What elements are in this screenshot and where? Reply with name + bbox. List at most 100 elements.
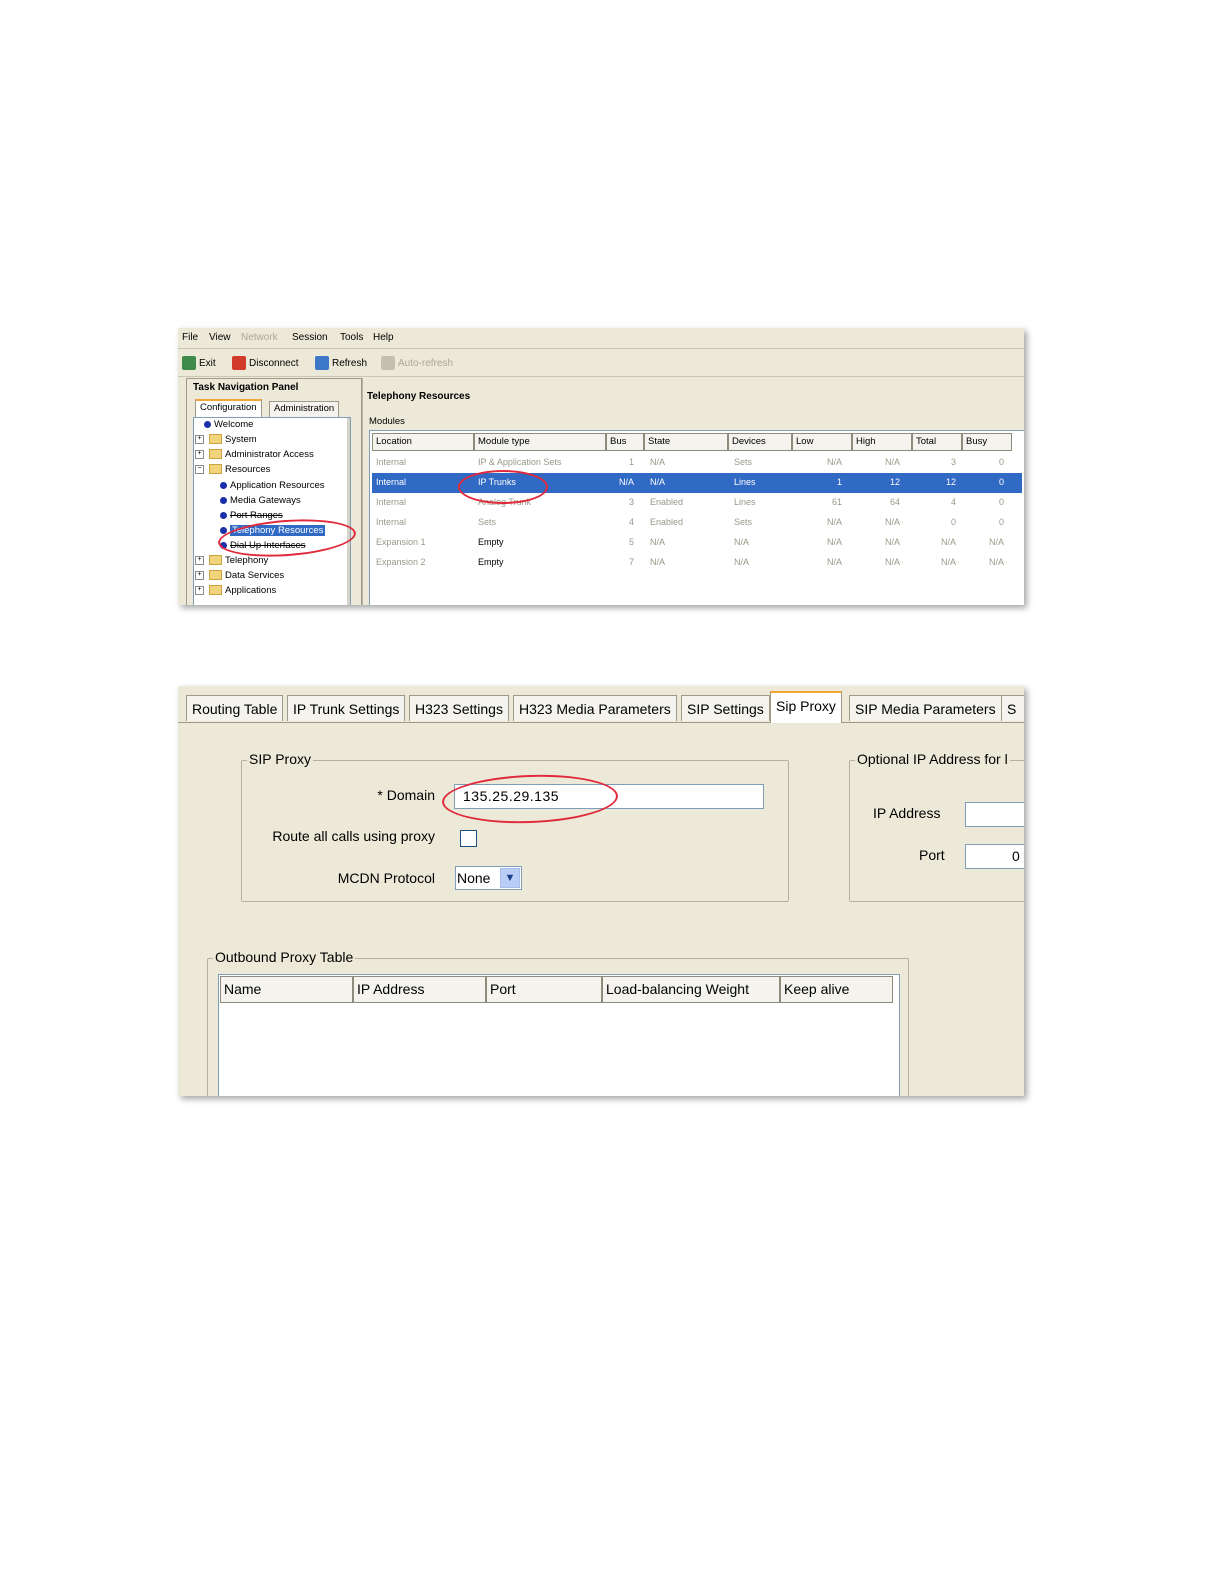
highlight-circle-ip-trunks [458,470,548,504]
table-cell: Empty [478,557,504,567]
ip-trunk-settings-window: Routing Table IP Trunk Settings H323 Set… [178,686,1024,1096]
table-cell: N/A [826,537,842,547]
tab-h323-settings[interactable]: H323 Settings [409,695,509,721]
menu-tools[interactable]: Tools [340,332,363,343]
optional-ip-group: Optional IP Address for l [849,751,1024,902]
bullet-icon [220,496,227,504]
mcdn-protocol-select[interactable]: None ▼ [455,866,522,890]
menu-view[interactable]: View [209,332,231,343]
tree-item-data-services[interactable]: + Data Services [195,568,284,582]
column-header-high[interactable]: High [852,433,912,451]
table-cell: 0 [950,517,956,527]
exit-icon [182,356,196,370]
route-all-calls-label: Route all calls using proxy [272,828,435,844]
expand-icon[interactable]: + [195,449,204,459]
folder-icon [209,570,222,580]
menu-session[interactable]: Session [292,332,328,343]
tab-sip-settings[interactable]: SIP Settings [681,695,770,721]
menu-file[interactable]: File [182,332,198,343]
refresh-button[interactable]: Refresh [315,355,367,371]
column-header-port[interactable]: Port [486,976,602,1003]
column-header-location[interactable]: Location [372,433,474,451]
table-cell: N/A [884,517,900,527]
tree-item-applications[interactable]: + Applications [195,583,276,597]
column-header-busy[interactable]: Busy [962,433,1012,451]
settings-tab-bar: Routing Table IP Trunk Settings H323 Set… [178,686,1024,723]
table-cell: N/A [826,557,842,567]
refresh-icon [315,356,329,370]
tree-scrollbar[interactable] [347,418,350,605]
table-cell: N/A [884,557,900,567]
table-cell: Internal [376,477,407,487]
table-cell: 1 [836,477,842,487]
column-header-ip-address[interactable]: IP Address [353,976,486,1003]
column-header-state[interactable]: State [644,433,728,451]
tree-item-media-gateways[interactable]: Media Gateways [220,493,301,507]
tree-item-resources[interactable]: − Resources [195,462,270,476]
telephony-resources-window: File View Network Session Tools Help Exi… [178,328,1024,605]
table-cell: N/A [650,477,666,487]
menu-network[interactable]: Network [241,332,278,343]
tree-item-welcome[interactable]: Welcome [204,418,253,431]
table-cell: Internal [376,457,407,467]
tree-item-administrator-access[interactable]: + Administrator Access [195,447,314,461]
table-cell: N/A [826,517,842,527]
tree-item-application-resources[interactable]: Application Resources [220,478,325,492]
menu-help[interactable]: Help [373,332,394,343]
column-header-total[interactable]: Total [912,433,962,451]
expand-icon[interactable]: + [195,585,204,595]
sip-proxy-legend: SIP Proxy [247,751,313,767]
table-cell: 1 [628,457,634,467]
page-title: Telephony Resources [367,391,471,402]
column-header-devices[interactable]: Devices [728,433,792,451]
table-row[interactable]: Expansion 1 Empty 5 N/A N/A N/A N/A N/A N/A [372,533,1022,553]
bullet-icon [220,511,227,519]
column-header-name[interactable]: Name [220,976,353,1003]
table-cell: N/A [734,537,750,547]
nav-panel-title: Task Navigation Panel [193,382,299,393]
menu-bar: File View Network Session Tools Help [178,328,1024,349]
optional-port-label: Port [919,847,945,863]
tab-sip-media-parameters[interactable]: SIP Media Parameters [849,695,1002,721]
table-cell: N/A [940,537,956,547]
table-cell: Expansion 1 [376,537,426,547]
auto-refresh-icon [381,356,395,370]
tree-item-port-ranges[interactable]: Port Ranges [220,508,283,522]
table-cell: N/A [988,537,1004,547]
table-cell: IP & Application Sets [478,457,562,467]
folder-icon [209,555,222,565]
chevron-down-icon[interactable]: ▼ [500,868,520,888]
tab-ip-trunk-settings[interactable]: IP Trunk Settings [287,695,406,721]
expand-icon[interactable]: + [195,434,204,444]
tab-s[interactable]: S [1001,695,1024,721]
table-cell: 12 [889,477,900,487]
navigation-tree: Welcome + System + Administrator Access − R… [193,417,351,605]
exit-button[interactable]: Exit [182,355,216,371]
tree-item-system[interactable]: + System [195,432,257,446]
expand-icon[interactable]: + [195,570,204,580]
column-header-module-type[interactable]: Module type [474,433,606,451]
table-row[interactable]: Internal Sets 4 Enabled Sets N/A N/A 0 0 [372,513,1022,533]
mcdn-protocol-value: None [457,870,491,886]
table-cell: N/A [826,457,842,467]
column-header-keep-alive[interactable]: Keep alive [780,976,893,1003]
disconnect-button[interactable]: Disconnect [232,355,298,371]
column-header-low[interactable]: Low [792,433,852,451]
tab-sip-proxy[interactable]: Sip Proxy [770,691,842,723]
table-cell: 4 [950,497,956,507]
column-header-load-balancing-weight[interactable]: Load-balancing Weight [602,976,780,1003]
table-row[interactable]: Internal IP & Application Sets 1 N/A Sets N/A… [372,453,1022,473]
collapse-icon[interactable]: − [195,464,204,474]
optional-port-field[interactable]: 0 [965,844,1024,869]
column-header-bus[interactable]: Bus [606,433,644,451]
table-row[interactable]: Expansion 2 Empty 7 N/A N/A N/A N/A N/A N/A [372,553,1022,573]
table-cell: Internal [376,497,407,507]
mcdn-protocol-label: MCDN Protocol [337,870,435,886]
auto-refresh-button[interactable]: Auto-refresh [381,355,453,371]
optional-ip-address-field[interactable] [965,802,1024,827]
tab-routing-table[interactable]: Routing Table [186,695,284,721]
expand-icon[interactable]: + [195,555,204,565]
route-all-calls-checkbox[interactable] [460,830,477,847]
table-cell: Sets [734,457,753,467]
tab-h323-media-parameters[interactable]: H323 Media Parameters [513,695,677,721]
